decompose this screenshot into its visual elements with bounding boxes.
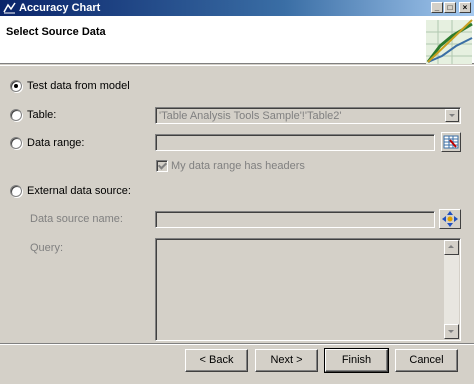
back-button[interactable]: < Back: [185, 349, 248, 372]
close-icon[interactable]: ×: [459, 2, 471, 13]
maximize-icon[interactable]: □: [444, 2, 456, 13]
query-textarea[interactable]: [155, 238, 461, 341]
radio-table[interactable]: Table:: [10, 108, 90, 122]
query-label: Query:: [30, 242, 64, 254]
wizard-header: Select Source Data: [0, 16, 474, 64]
radio-external-source-button[interactable]: [10, 185, 22, 197]
radio-external-source[interactable]: External data source:: [10, 184, 131, 198]
chart-graphic-icon: [426, 19, 473, 64]
table-select[interactable]: 'Table Analysis Tools Sample'!'Table2': [155, 107, 461, 124]
query-scrollbar[interactable]: [444, 240, 459, 339]
table-select-value: 'Table Analysis Tools Sample'!'Table2': [159, 110, 342, 122]
scroll-up-icon[interactable]: [444, 240, 459, 255]
range-picker-icon: [443, 135, 459, 149]
radio-data-range[interactable]: Data range:: [10, 136, 100, 150]
page-title: Select Source Data: [6, 26, 106, 38]
scroll-down-icon[interactable]: [444, 324, 459, 339]
radio-data-range-button[interactable]: [10, 137, 22, 149]
minimize-icon[interactable]: _: [431, 2, 443, 13]
accuracy-chart-icon: [3, 2, 16, 14]
radio-test-data-label: Test data from model: [27, 80, 130, 92]
data-source-browse-button[interactable]: [439, 209, 461, 229]
headers-checkbox[interactable]: [156, 160, 168, 172]
window-title: Accuracy Chart: [19, 2, 101, 14]
radio-test-data[interactable]: Test data from model: [10, 79, 140, 93]
radio-test-data-button[interactable]: [10, 80, 22, 92]
header-divider: [0, 65, 474, 66]
finish-button[interactable]: Finish: [324, 348, 389, 373]
move-arrows-icon: [442, 211, 458, 227]
radio-external-source-label: External data source:: [27, 185, 131, 197]
headers-checkbox-label: My data range has headers: [171, 160, 305, 172]
footer-divider: [0, 343, 474, 345]
radio-table-button[interactable]: [10, 109, 22, 121]
data-source-name-input[interactable]: [155, 211, 435, 228]
chevron-down-icon[interactable]: [445, 109, 459, 122]
data-range-input[interactable]: [155, 134, 435, 151]
radio-data-range-label: Data range:: [27, 137, 85, 149]
cancel-button[interactable]: Cancel: [395, 349, 458, 372]
data-source-name-label: Data source name:: [30, 213, 123, 225]
next-button[interactable]: Next >: [255, 349, 318, 372]
title-bar[interactable]: Accuracy Chart _ □ ×: [0, 0, 474, 16]
range-picker-button[interactable]: [441, 132, 461, 152]
radio-table-label: Table:: [27, 109, 57, 121]
